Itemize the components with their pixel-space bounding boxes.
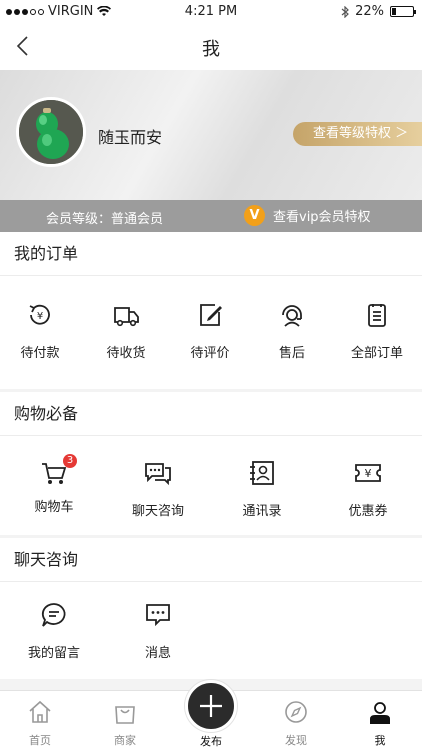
item-label: 购物车 [34, 500, 74, 515]
tab-shop[interactable]: 商家 [95, 699, 155, 748]
svg-text:¥: ¥ [365, 467, 372, 480]
address-book[interactable]: 通讯录 [222, 458, 302, 519]
publish-button[interactable] [185, 680, 237, 732]
vip-link-label: 查看vip会员特权 [273, 210, 371, 225]
order-pending-review[interactable]: 待评价 [170, 300, 250, 361]
order-pending-receipt[interactable]: 待收货 [86, 300, 166, 361]
item-label: 待收货 [106, 346, 146, 361]
chat-title: 聊天咨询 [0, 538, 422, 582]
status-bar: VIRGIN 4:21 PM 22% [0, 0, 422, 24]
item-label: 消息 [144, 646, 171, 661]
status-right: 22% [341, 4, 416, 19]
customer-service-icon [282, 305, 302, 327]
messages[interactable]: 消息 [118, 600, 198, 661]
orders-section: 我的订单 ¥ 待付款 待收货 待评价 售后 全部订单 [0, 232, 422, 389]
my-messages[interactable]: 我的留言 [14, 600, 94, 661]
chat-bubbles-icon [145, 463, 171, 486]
chat-section: 聊天咨询 我的留言 消息 [0, 538, 422, 679]
view-level-privileges-button[interactable]: 查看等级特权 ＞ [293, 122, 422, 146]
tab-label: 首页 [29, 734, 51, 747]
gourd-pendant-icon [19, 100, 83, 164]
username: 随玉而安 [98, 128, 163, 147]
pending-payment-icon: ¥ [29, 304, 50, 325]
orders-title: 我的订单 [0, 232, 422, 276]
cart-badge: 3 [63, 454, 77, 468]
order-pending-payment[interactable]: ¥ 待付款 [0, 300, 80, 361]
plus-icon [200, 695, 222, 717]
tab-me[interactable]: 我 [350, 699, 410, 748]
page-title: 我 [202, 39, 220, 60]
battery-icon [390, 6, 416, 17]
order-all[interactable]: 全部订单 [337, 300, 417, 361]
nav-bar: 我 [0, 24, 422, 70]
tab-label: 发现 [285, 734, 307, 747]
compass-icon [285, 701, 307, 723]
cart-icon-wrap: 3 [39, 454, 77, 488]
shopping-title: 购物必备 [0, 392, 422, 436]
member-level: 会员等级：普通会员 [46, 212, 164, 227]
user-profile-icon [370, 702, 390, 724]
message-bubble-icon [41, 603, 66, 627]
coupon-icon: ¥ [355, 464, 381, 482]
vip-badge-icon: V [244, 205, 265, 226]
order-after-sales[interactable]: 售后 [252, 300, 332, 361]
tab-label: 商家 [114, 734, 136, 747]
item-label: 优惠券 [348, 504, 388, 519]
item-label: 通讯录 [242, 504, 282, 519]
bluetooth-icon [341, 5, 349, 18]
member-bar: 会员等级：普通会员 V 查看vip会员特权 [0, 200, 422, 232]
tab-discover[interactable]: 发现 [266, 699, 326, 748]
home-icon [29, 700, 51, 723]
item-label: 全部订单 [350, 346, 403, 361]
battery-percent: 22% [355, 4, 384, 19]
shopping-section: 购物必备 3 购物车 聊天咨询 通讯录 ¥ 优惠券 [0, 392, 422, 535]
item-label: 聊天咨询 [131, 504, 184, 519]
vip-privileges-link[interactable]: V 查看vip会员特权 [244, 205, 371, 226]
item-label: 待评价 [190, 346, 230, 361]
message-square-icon [146, 604, 170, 627]
publish-label: 发布 [200, 735, 222, 748]
shopping-cart[interactable]: 3 购物车 [14, 454, 94, 515]
tab-home[interactable]: 首页 [10, 699, 70, 748]
tab-label: 我 [374, 734, 386, 747]
contacts-icon [250, 461, 274, 485]
order-list-icon [368, 304, 386, 327]
svg-text:¥: ¥ [37, 311, 43, 322]
delivery-truck-icon [114, 307, 139, 327]
avatar[interactable] [16, 97, 86, 167]
shopping-bag-icon [115, 706, 135, 724]
profile-header: 随玉而安 查看等级特权 ＞ [0, 70, 422, 200]
chat-consult[interactable]: 聊天咨询 [118, 458, 198, 519]
item-label: 我的留言 [27, 646, 80, 661]
item-label: 售后 [278, 346, 305, 361]
coupons[interactable]: ¥ 优惠券 [328, 458, 408, 519]
item-label: 待付款 [20, 346, 60, 361]
edit-review-icon [200, 304, 222, 326]
